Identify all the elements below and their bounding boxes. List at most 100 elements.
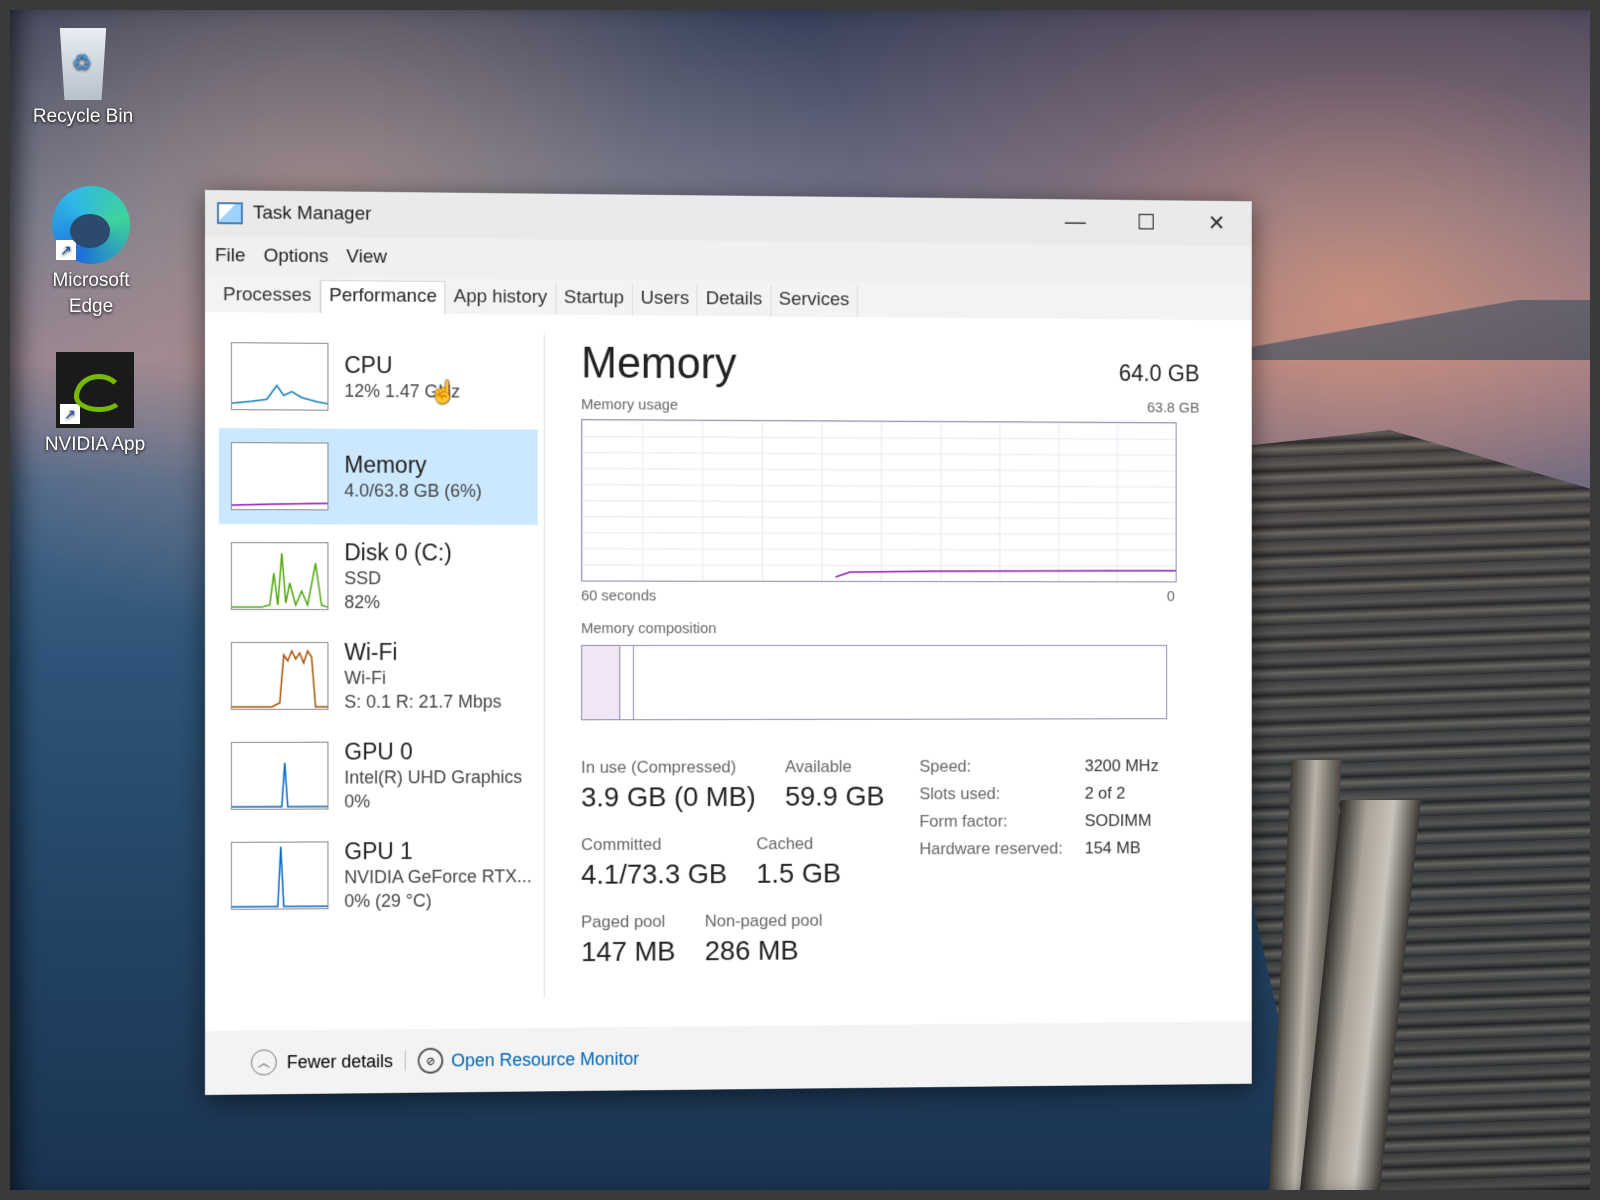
gpu0-mini-graph	[231, 742, 329, 810]
close-button[interactable]: ✕	[1181, 201, 1251, 247]
sidebar-item-wifi[interactable]: Wi-Fi Wi-Fi S: 0.1 R: 21.7 Mbps	[219, 628, 538, 724]
task-manager-window: Task Manager — ☐ ✕ File Options View Pro…	[205, 190, 1252, 1095]
desktop-icon-nvidia[interactable]: ↗ NVIDIA App	[40, 352, 150, 458]
memory-stats: In use (Compressed) 3.9 GB (0 MB) Availa…	[581, 756, 1199, 990]
in-use-value: 3.9 GB (0 MB)	[581, 781, 756, 813]
memory-usage-graph	[581, 419, 1177, 582]
resource-monitor-icon[interactable]: ⊘	[418, 1048, 444, 1074]
sidebar-title: GPU 1	[344, 836, 531, 865]
memory-usage-label: Memory usage	[581, 396, 678, 413]
spec-value: 3200 MHz	[1085, 756, 1159, 784]
committed-value: 4.1/73.3 GB	[581, 858, 727, 890]
non-paged-pool-label: Non-paged pool	[705, 911, 823, 932]
recycle-bin-icon	[54, 28, 112, 100]
maximize-button[interactable]: ☐	[1111, 200, 1182, 246]
cached-label: Cached	[756, 834, 841, 854]
committed-label: Committed	[581, 835, 727, 855]
graph-time-left: 60 seconds	[581, 587, 656, 604]
in-use-label: In use (Compressed)	[581, 757, 756, 777]
composition-modified	[619, 646, 634, 719]
minimize-button[interactable]: —	[1040, 199, 1111, 245]
tab-processes[interactable]: Processes	[215, 280, 320, 313]
sidebar-item-gpu1[interactable]: GPU 1 NVIDIA GeForce RTX... 0% (29 °C)	[219, 827, 538, 924]
spec-row: Speed: 3200 MHz	[919, 756, 1158, 784]
desktop-icon-label: Microsoft Edge	[46, 268, 136, 320]
gpu1-mini-graph	[231, 841, 329, 909]
wifi-mini-graph	[231, 642, 329, 710]
spec-value: 154 MB	[1085, 839, 1141, 867]
spec-key: Hardware reserved:	[919, 839, 1084, 867]
graph-time-right: 0	[1167, 588, 1175, 605]
spec-row: Slots used: 2 of 2	[919, 784, 1158, 812]
edge-icon: ↗	[52, 186, 130, 264]
spec-key: Slots used:	[919, 784, 1084, 812]
sidebar-title: GPU 0	[344, 737, 522, 765]
memory-total: 64.0 GB	[1119, 360, 1199, 387]
available-value: 59.9 GB	[785, 781, 885, 813]
sidebar-item-memory[interactable]: Memory 4.0/63.8 GB (6%) ☝	[219, 428, 538, 525]
tab-startup[interactable]: Startup	[556, 283, 633, 315]
task-manager-icon	[217, 202, 243, 224]
footer-separator	[405, 1051, 406, 1071]
menu-file[interactable]: File	[215, 245, 246, 267]
wallpaper-mountains	[1230, 300, 1600, 360]
memory-title: Memory	[581, 339, 736, 390]
spec-key: Form factor:	[919, 811, 1084, 839]
sidebar-subtitle: Wi-Fi	[344, 666, 501, 690]
shortcut-arrow-icon: ↗	[60, 404, 80, 424]
tab-services[interactable]: Services	[771, 285, 858, 317]
menu-view[interactable]: View	[346, 246, 386, 268]
menu-options[interactable]: Options	[263, 246, 328, 269]
non-paged-pool-value: 286 MB	[705, 935, 823, 967]
sidebar-title: Disk 0 (C:)	[344, 538, 451, 566]
sidebar-item-disk[interactable]: Disk 0 (C:) SSD 82%	[219, 528, 538, 624]
memory-usage-max: 63.8 GB	[1147, 400, 1199, 417]
spec-row: Form factor: SODIMM	[919, 811, 1158, 840]
hand-cursor-icon: ☝	[429, 379, 456, 405]
performance-panel: CPU 12% 1.47 GHz Memory 4.0/63.8 GB (6%)…	[205, 312, 1252, 1031]
fewer-details-link[interactable]: Fewer details	[287, 1051, 393, 1073]
memory-specs: Speed: 3200 MHz Slots used: 2 of 2 Form …	[919, 756, 1158, 987]
sidebar-divider	[544, 335, 545, 999]
sidebar-title: Memory	[344, 451, 482, 479]
sidebar-title: CPU	[344, 351, 460, 380]
sidebar-subtitle: 4.0/63.8 GB (6%)	[344, 479, 482, 503]
memory-composition-bar	[581, 645, 1167, 720]
tab-performance[interactable]: Performance	[320, 280, 446, 315]
sidebar-subtitle-2: 0%	[344, 789, 522, 814]
paged-pool-value: 147 MB	[581, 936, 675, 968]
tab-users[interactable]: Users	[633, 284, 698, 316]
sidebar-subtitle-2: 82%	[344, 590, 451, 614]
memory-composition-label: Memory composition	[581, 620, 1199, 637]
available-label: Available	[785, 757, 885, 777]
footer-bar: ︿ Fewer details ⊘ Open Resource Monitor	[205, 1021, 1252, 1095]
sidebar-subtitle-2: S: 0.1 R: 21.7 Mbps	[344, 690, 501, 714]
memory-detail: Memory 64.0 GB Memory usage 63.8 GB 60 s…	[581, 339, 1199, 990]
chevron-up-icon[interactable]: ︿	[251, 1049, 277, 1075]
spec-value: 2 of 2	[1085, 784, 1126, 812]
desktop-icon-label: Recycle Bin	[28, 104, 138, 130]
sidebar-subtitle: NVIDIA GeForce RTX...	[344, 864, 531, 889]
paged-pool-label: Paged pool	[581, 912, 675, 932]
sidebar-subtitle: Intel(R) UHD Graphics	[344, 765, 522, 789]
memory-mini-graph	[231, 442, 329, 510]
sidebar-item-gpu0[interactable]: GPU 0 Intel(R) UHD Graphics 0%	[219, 727, 538, 824]
cached-value: 1.5 GB	[756, 858, 841, 890]
sidebar-subtitle-2: 0% (29 °C)	[344, 888, 531, 913]
sidebar-title: Wi-Fi	[344, 638, 501, 666]
spec-value: SODIMM	[1085, 811, 1152, 839]
desktop-icon-label: NVIDIA App	[40, 432, 150, 458]
desktop-icon-edge[interactable]: ↗ Microsoft Edge	[36, 186, 146, 320]
cpu-mini-graph	[231, 342, 329, 410]
tab-details[interactable]: Details	[698, 284, 771, 316]
window-title: Task Manager	[253, 203, 372, 226]
tab-app-history[interactable]: App history	[446, 282, 556, 315]
open-resource-monitor-link[interactable]: Open Resource Monitor	[451, 1048, 639, 1071]
desktop-icon-recycle-bin[interactable]: Recycle Bin	[28, 28, 138, 130]
sidebar-item-cpu[interactable]: CPU 12% 1.47 GHz	[219, 328, 538, 426]
resource-sidebar: CPU 12% 1.47 GHz Memory 4.0/63.8 GB (6%)…	[219, 328, 538, 928]
sidebar-subtitle: SSD	[344, 566, 451, 590]
spec-key: Speed:	[919, 757, 1084, 785]
disk-mini-graph	[231, 542, 329, 610]
nvidia-icon: ↗	[56, 352, 134, 428]
